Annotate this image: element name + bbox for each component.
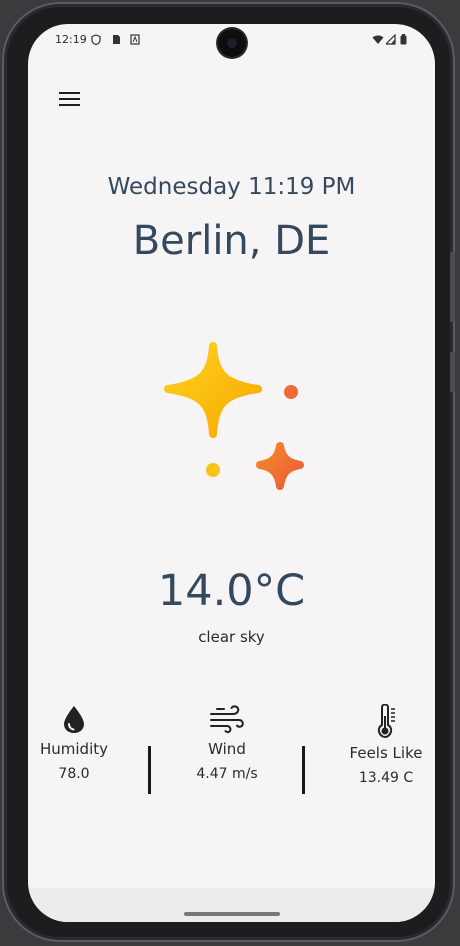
shield-icon bbox=[91, 34, 101, 45]
humidity-metric: Humidity 78.0 bbox=[28, 704, 134, 782]
front-camera bbox=[218, 29, 246, 57]
sparkle-clear-sky-icon bbox=[164, 342, 304, 490]
wind-value: 4.47 m/s bbox=[196, 766, 258, 782]
thermometer-icon bbox=[377, 704, 395, 738]
app-notification-icon bbox=[130, 34, 140, 45]
sim-card-icon bbox=[113, 35, 120, 44]
power-button bbox=[450, 352, 455, 392]
battery-icon bbox=[400, 34, 407, 45]
condition-label: clear sky bbox=[198, 628, 265, 646]
status-time: 12:19 bbox=[55, 33, 87, 46]
feels-like-label: Feels Like bbox=[349, 744, 423, 762]
signal-icon bbox=[386, 34, 396, 45]
wind-label: Wind bbox=[208, 740, 246, 758]
feels-like-value: 13.49 C bbox=[358, 770, 414, 786]
date-time-label: Wednesday 11:19 PM bbox=[107, 174, 356, 200]
wind-icon bbox=[210, 705, 244, 734]
wind-metric: Wind 4.47 m/s bbox=[167, 704, 287, 782]
humidity-value: 78.0 bbox=[58, 766, 90, 782]
metric-divider bbox=[302, 746, 305, 794]
hamburger-menu-icon[interactable] bbox=[59, 92, 81, 108]
temperature-value: 14.0°C bbox=[157, 566, 306, 616]
water-drop-icon bbox=[64, 706, 84, 733]
navigation-bar bbox=[28, 888, 435, 922]
phone-frame: 12:19 Wednesday 11:19 PM Berlin, DE 14.0… bbox=[2, 2, 455, 942]
humidity-label: Humidity bbox=[39, 740, 108, 758]
feels-like-metric: Feels Like 13.49 C bbox=[326, 704, 435, 786]
status-bar: 12:19 bbox=[28, 24, 435, 58]
app-screen: 12:19 Wednesday 11:19 PM Berlin, DE 14.0… bbox=[28, 24, 435, 922]
city-title: Berlin, DE bbox=[132, 218, 331, 264]
home-gesture-bar[interactable] bbox=[184, 912, 280, 916]
volume-button bbox=[450, 252, 455, 322]
metric-divider bbox=[148, 746, 151, 794]
wifi-icon bbox=[372, 35, 384, 44]
